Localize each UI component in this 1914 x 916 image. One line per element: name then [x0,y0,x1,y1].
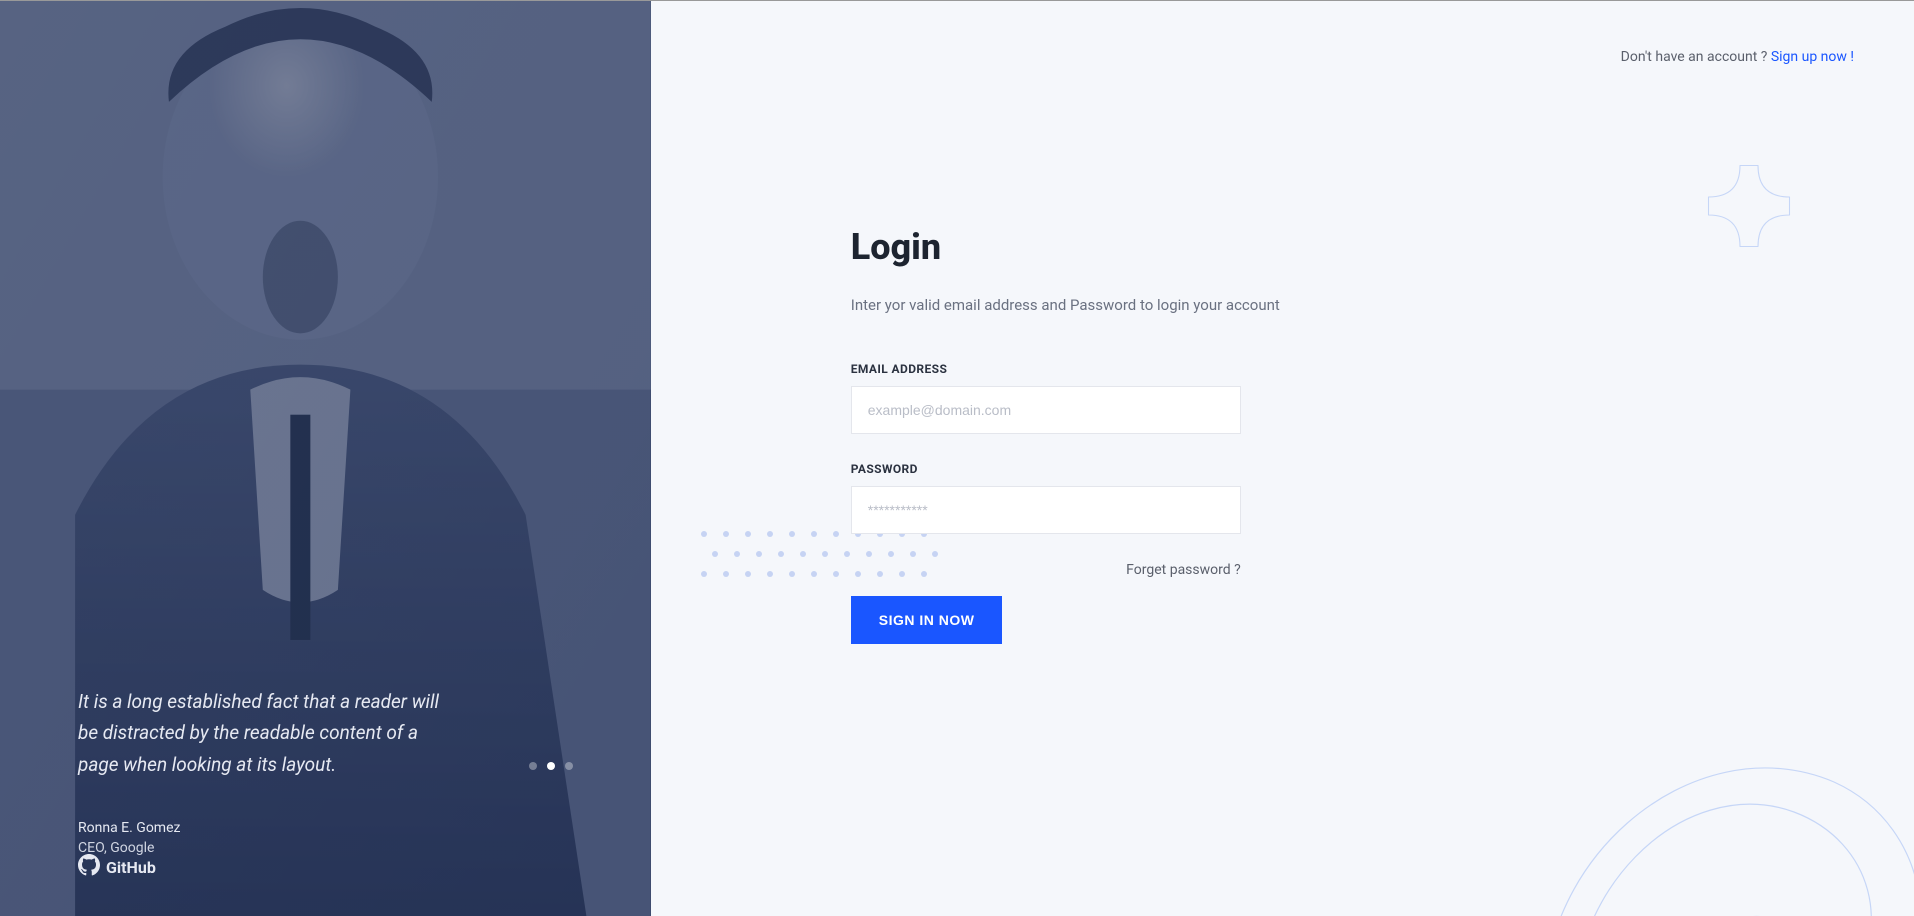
login-form: Login Inter yor valid email address and … [651,1,1611,644]
carousel-dot-1[interactable] [547,762,555,770]
testimonial-panel: It is a long established fact that a rea… [0,1,651,916]
login-panel: Don't have an account ? Sign up now ! Lo… [651,1,1914,916]
forgot-password-row: Forget password ? [851,562,1241,578]
testimonial-quote: It is a long established fact that a rea… [78,686,448,780]
brand-logo[interactable]: GitHub [78,854,156,880]
plus-decoration [1704,161,1794,255]
password-field-group: PASSWORD [851,462,1611,534]
signin-button[interactable]: SIGN IN NOW [851,596,1003,644]
swirl-decoration [1534,692,1914,916]
password-input[interactable] [851,486,1241,534]
signup-link[interactable]: Sign up now ! [1771,49,1854,65]
email-field-group: EMAIL ADDRESS [851,362,1611,434]
email-input[interactable] [851,386,1241,434]
github-icon [78,854,100,880]
forgot-password-link[interactable]: Forget password ? [1126,562,1241,578]
testimonial-content: It is a long established fact that a rea… [78,686,573,856]
page-subtitle: Inter yor valid email address and Passwo… [851,296,1611,314]
page-title: Login [851,226,1611,268]
carousel-dot-2[interactable] [565,762,573,770]
app-root: It is a long established fact that a rea… [0,1,1914,916]
password-label: PASSWORD [851,462,1611,476]
email-label: EMAIL ADDRESS [851,362,1611,376]
signup-prompt-text: Don't have an account ? [1621,49,1771,65]
carousel-dots [529,762,573,770]
signup-prompt: Don't have an account ? Sign up now ! [1621,49,1854,65]
brand-label: GitHub [106,858,156,877]
carousel-dot-0[interactable] [529,762,537,770]
testimonial-author-name: Ronna E. Gomez [78,820,573,836]
